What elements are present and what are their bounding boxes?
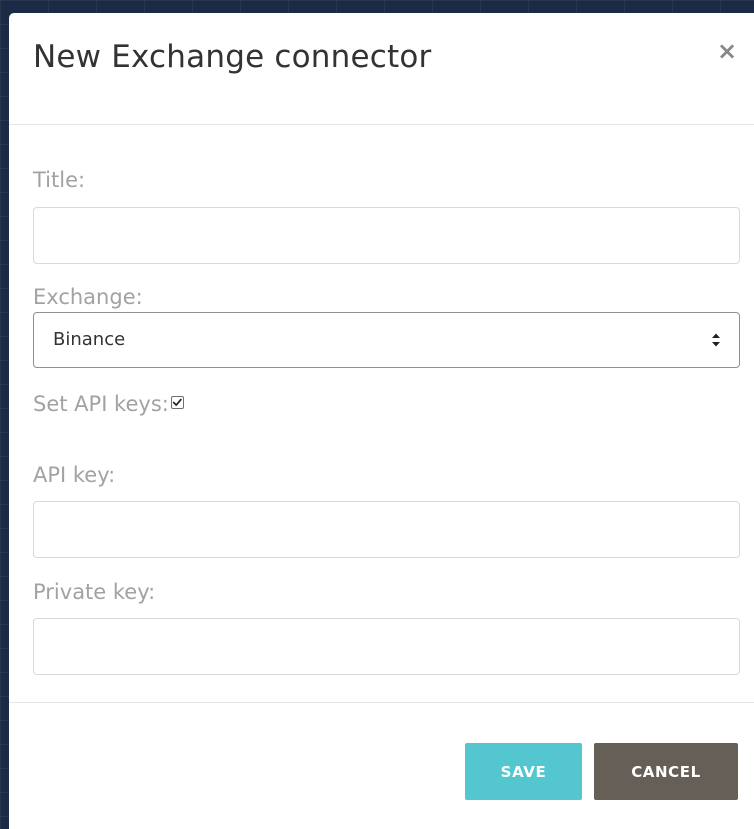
checkmark-icon	[172, 398, 182, 406]
private-key-label: Private key:	[33, 580, 156, 604]
save-button[interactable]: SAVE	[465, 743, 582, 800]
api-key-input[interactable]	[33, 501, 740, 558]
private-key-input[interactable]	[33, 618, 740, 675]
title-input[interactable]	[33, 207, 740, 264]
cancel-button[interactable]: CANCEL	[594, 743, 738, 800]
set-api-keys-label: Set API keys:	[33, 392, 169, 416]
modal-body: Title: Exchange: Binance Set API keys: A…	[9, 125, 754, 703]
exchange-selected-value: Binance	[53, 329, 126, 350]
select-arrows-icon	[712, 333, 720, 347]
set-api-keys-row: Set API keys:	[33, 389, 184, 419]
exchange-connector-modal: New Exchange connector × Title: Exchange…	[9, 13, 754, 829]
exchange-select[interactable]: Binance	[33, 312, 740, 368]
exchange-label: Exchange:	[33, 285, 143, 309]
api-key-label: API key:	[33, 463, 116, 487]
title-label: Title:	[33, 168, 86, 192]
close-button[interactable]: ×	[716, 39, 738, 63]
modal-footer: SAVE CANCEL	[9, 703, 754, 829]
close-icon: ×	[716, 37, 738, 65]
modal-title: New Exchange connector	[33, 39, 432, 75]
modal-header: New Exchange connector ×	[9, 13, 754, 125]
set-api-keys-checkbox[interactable]	[170, 395, 184, 409]
